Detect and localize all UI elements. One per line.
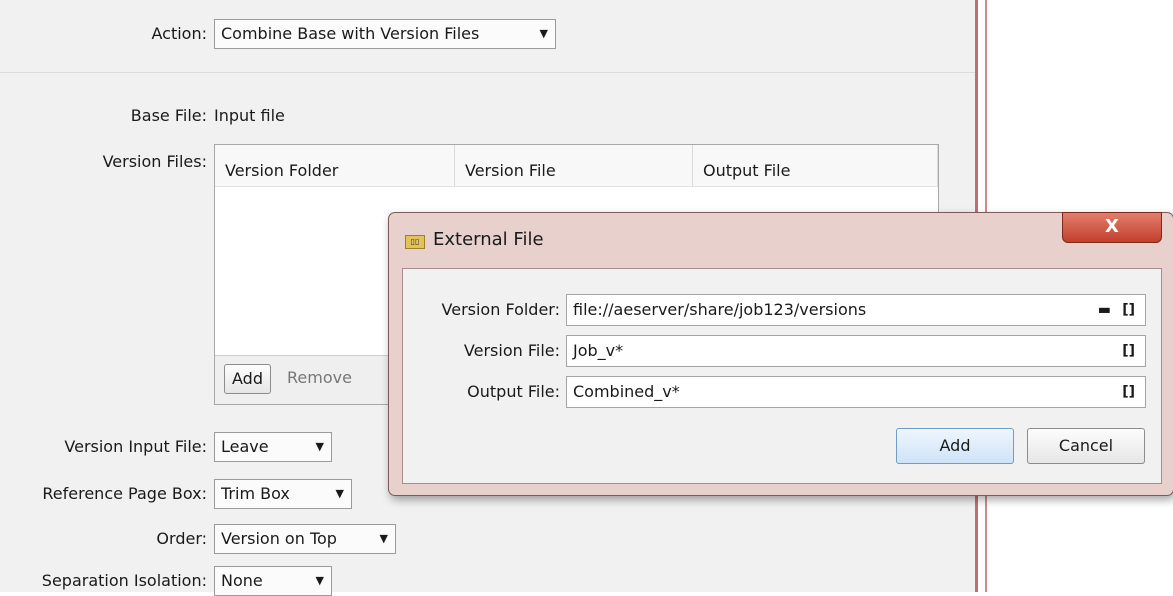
base-file-label: Base File: xyxy=(130,106,207,125)
version-input-file-label: Version Input File: xyxy=(64,437,207,456)
action-dropdown[interactable]: Combine Base with Version Files ▼ xyxy=(214,19,556,49)
brackets-icon[interactable]: [] xyxy=(1122,295,1135,325)
order-value: Version on Top xyxy=(221,529,337,548)
version-folder-input[interactable]: file://aeserver/share/job123/versions ▬ … xyxy=(566,294,1146,326)
folder-icon[interactable]: ▬ xyxy=(1098,295,1111,325)
version-folder-value: file://aeserver/share/job123/versions xyxy=(573,300,867,319)
add-version-button[interactable]: Add xyxy=(224,364,271,394)
base-file-value: Input file xyxy=(214,106,285,125)
dialog-body: Version Folder: file://aeserver/share/jo… xyxy=(402,268,1162,484)
separation-isolation-label: Separation Isolation: xyxy=(41,571,207,590)
column-header-version-file[interactable]: Version File xyxy=(455,145,693,187)
section-separator xyxy=(0,72,975,73)
reference-page-box-value: Trim Box xyxy=(221,484,290,503)
order-label: Order: xyxy=(156,529,207,548)
chevron-down-icon: ▼ xyxy=(335,487,344,500)
output-file-input[interactable]: Combined_v* [] xyxy=(566,376,1146,408)
chevron-down-icon: ▼ xyxy=(379,532,388,545)
external-file-dialog: ▯▯ External File X Version Folder: file:… xyxy=(388,212,1173,496)
output-file-value: Combined_v* xyxy=(573,382,680,401)
remove-version-button[interactable]: Remove xyxy=(287,368,352,387)
version-input-file-value: Leave xyxy=(221,437,269,456)
version-file-label: Version File: xyxy=(463,341,560,360)
version-folder-label: Version Folder: xyxy=(441,300,560,319)
dialog-cancel-button[interactable]: Cancel xyxy=(1027,428,1145,464)
column-header-output-file[interactable]: Output File xyxy=(693,145,938,187)
action-value: Combine Base with Version Files xyxy=(221,24,480,43)
order-dropdown[interactable]: Version on Top ▼ xyxy=(214,524,396,554)
chevron-down-icon: ▼ xyxy=(539,27,548,40)
dialog-add-button[interactable]: Add xyxy=(896,428,1014,464)
version-files-label: Version Files: xyxy=(102,152,207,171)
version-input-file-dropdown[interactable]: Leave ▼ xyxy=(214,432,332,462)
reference-page-box-label: Reference Page Box: xyxy=(42,484,207,503)
close-button[interactable]: X xyxy=(1062,212,1162,243)
version-file-value: Job_v* xyxy=(573,341,624,360)
action-label: Action: xyxy=(151,24,208,43)
chevron-down-icon: ▼ xyxy=(315,574,324,587)
version-file-input[interactable]: Job_v* [] xyxy=(566,335,1146,367)
output-file-label: Output File: xyxy=(467,382,560,401)
brackets-icon[interactable]: [] xyxy=(1122,377,1135,407)
brackets-icon[interactable]: [] xyxy=(1122,336,1135,366)
reference-page-box-dropdown[interactable]: Trim Box ▼ xyxy=(214,479,352,509)
column-header-version-folder[interactable]: Version Folder xyxy=(215,145,455,187)
dialog-title: External File xyxy=(433,229,544,250)
dialog-app-icon: ▯▯ xyxy=(405,235,425,249)
chevron-down-icon: ▼ xyxy=(315,440,324,453)
separation-isolation-value: None xyxy=(221,571,263,590)
